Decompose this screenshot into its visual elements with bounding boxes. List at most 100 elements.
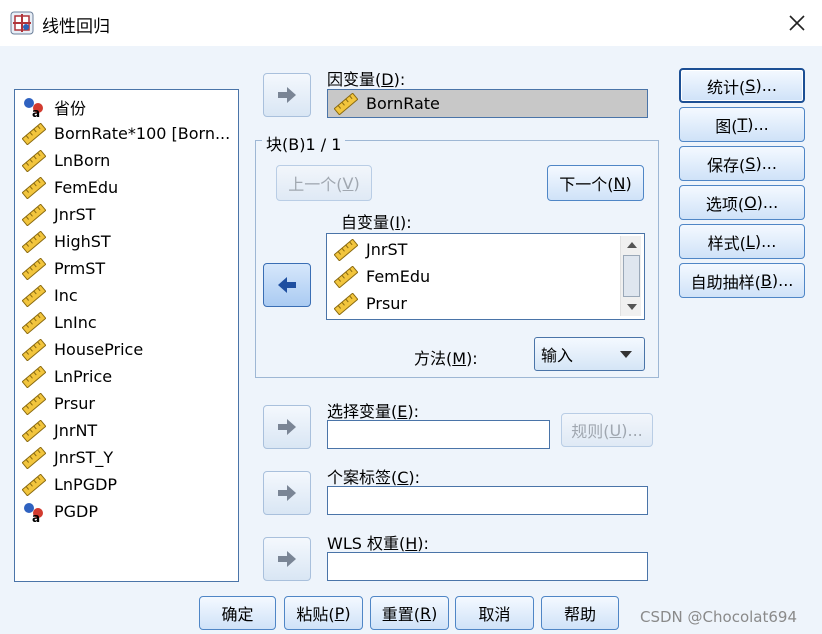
list-item-label: Inc — [54, 286, 78, 305]
list-item-label: LnInc — [54, 313, 97, 332]
scale-ruler-icon — [334, 292, 358, 315]
scale-ruler-icon — [22, 473, 46, 496]
reset-button[interactable]: 重置(R) — [370, 596, 449, 630]
statistics-button[interactable]: 统计(S)... — [679, 68, 805, 103]
independent-list[interactable]: JnrST FemEdu Prsur — [326, 233, 645, 320]
independent-item-label: FemEdu — [366, 267, 431, 286]
list-item-label: HighST — [54, 232, 111, 251]
list-item[interactable]: PrmST — [22, 255, 236, 282]
svg-text:a: a — [32, 106, 40, 118]
case-labels-label: 个案标签(C): — [327, 468, 421, 487]
move-to-dependent-button[interactable] — [263, 73, 311, 117]
list-item[interactable]: Inc — [22, 282, 236, 309]
dependent-label: 因变量(D): — [327, 70, 406, 89]
scale-ruler-icon — [22, 365, 46, 388]
watermark: CSDN @Chocolat694 — [640, 608, 797, 626]
independent-label: 自变量(I): — [341, 213, 412, 232]
ok-button[interactable]: 确定 — [199, 596, 276, 630]
bootstrap-button[interactable]: 自助抽样(B)... — [679, 263, 805, 298]
rule-button[interactable]: 规则(U)... — [561, 413, 653, 447]
method-select[interactable]: 输入 — [534, 337, 645, 371]
list-item-label: HousePrice — [54, 340, 144, 359]
list-item-label: LnPGDP — [54, 475, 118, 494]
list-item-label: BornRate*100 [Born... — [54, 124, 231, 143]
wls-weight-field[interactable] — [327, 552, 648, 581]
scale-ruler-icon — [22, 122, 46, 145]
selection-variable-field[interactable] — [327, 420, 550, 449]
list-item-label: JnrST_Y — [54, 448, 114, 467]
move-to-selection-button[interactable] — [263, 405, 311, 449]
list-item-label: Prsur — [54, 394, 95, 413]
move-to-independent-button[interactable] — [263, 263, 311, 307]
options-button[interactable]: 选项(O)... — [679, 185, 805, 220]
arrow-right-icon — [278, 87, 296, 103]
list-item[interactable]: JnrNT — [22, 417, 236, 444]
save-button[interactable]: 保存(S)... — [679, 146, 805, 181]
chevron-down-icon — [620, 351, 632, 358]
list-item[interactable]: a 省份 — [22, 93, 236, 120]
list-item[interactable]: BornRate*100 [Born... — [22, 120, 236, 147]
independent-item[interactable]: JnrST — [334, 236, 619, 263]
plots-button[interactable]: 图(T)... — [679, 107, 805, 142]
scale-ruler-icon — [22, 284, 46, 307]
list-item[interactable]: LnInc — [22, 309, 236, 336]
style-button[interactable]: 样式(L)... — [679, 224, 805, 259]
scale-ruler-icon — [22, 149, 46, 172]
list-item-label: PGDP — [54, 502, 99, 521]
independent-scrollbar[interactable] — [620, 236, 641, 316]
list-item-label: PrmST — [54, 259, 106, 278]
list-item-label: 省份 — [54, 98, 87, 118]
arrow-left-icon — [278, 277, 296, 293]
previous-block-button[interactable]: 上一个(V) — [276, 165, 372, 201]
method-label: 方法(M): — [414, 349, 478, 368]
list-item[interactable]: LnBorn — [22, 147, 236, 174]
move-to-case-labels-button[interactable] — [263, 471, 311, 515]
scroll-up-icon[interactable] — [623, 238, 640, 252]
independent-item[interactable]: Prsur — [334, 290, 619, 317]
scale-ruler-icon — [22, 230, 46, 253]
list-item-label: JnrST — [54, 205, 96, 224]
independent-item-label: Prsur — [366, 294, 407, 313]
arrow-right-icon — [278, 419, 296, 435]
list-item[interactable]: JnrST — [22, 201, 236, 228]
scroll-thumb[interactable] — [623, 255, 640, 297]
scale-ruler-icon — [22, 446, 46, 469]
scale-ruler-icon — [22, 338, 46, 361]
scale-ruler-icon — [22, 203, 46, 226]
title-bar: 线性回归 — [0, 0, 822, 46]
scale-ruler-icon — [334, 92, 358, 115]
list-item[interactable]: LnPGDP — [22, 471, 236, 498]
independent-item[interactable]: FemEdu — [334, 263, 619, 290]
move-to-wls-weight-button[interactable] — [263, 537, 311, 581]
nominal-string-icon: a — [24, 97, 43, 118]
method-selected: 输入 — [541, 346, 574, 365]
list-item[interactable]: HighST — [22, 228, 236, 255]
list-item[interactable]: FemEdu — [22, 174, 236, 201]
list-item[interactable]: JnrST_Y — [22, 444, 236, 471]
scale-ruler-icon — [334, 238, 358, 261]
list-item[interactable]: a PGDP — [22, 498, 236, 525]
list-item-label: LnBorn — [54, 151, 111, 170]
dependent-value: BornRate — [366, 94, 440, 113]
case-labels-field[interactable] — [327, 486, 648, 515]
list-item[interactable]: LnPrice — [22, 363, 236, 390]
scale-ruler-icon — [22, 392, 46, 415]
dependent-field[interactable]: BornRate — [327, 89, 648, 118]
list-item-label: JnrNT — [54, 421, 98, 440]
list-item-label: FemEdu — [54, 178, 119, 197]
paste-button[interactable]: 粘贴(P) — [284, 596, 363, 630]
list-item[interactable]: HousePrice — [22, 336, 236, 363]
wls-weight-label: WLS 权重(H): — [327, 534, 429, 553]
list-item[interactable]: Prsur — [22, 390, 236, 417]
scroll-down-icon[interactable] — [623, 300, 640, 314]
block-title: 块(B)1 / 1 — [262, 131, 346, 155]
scale-ruler-icon — [22, 311, 46, 334]
help-button[interactable]: 帮助 — [541, 596, 619, 630]
close-icon[interactable] — [784, 10, 810, 36]
next-block-button[interactable]: 下一个(N) — [547, 165, 644, 201]
scale-ruler-icon — [334, 265, 358, 288]
spss-app-icon — [10, 11, 34, 35]
source-variable-list[interactable]: a 省份 BornRate*100 [Born... LnBorn FemEdu JnrS… — [14, 89, 239, 582]
cancel-button[interactable]: 取消 — [455, 596, 534, 630]
nominal-string-icon: a — [24, 502, 43, 523]
